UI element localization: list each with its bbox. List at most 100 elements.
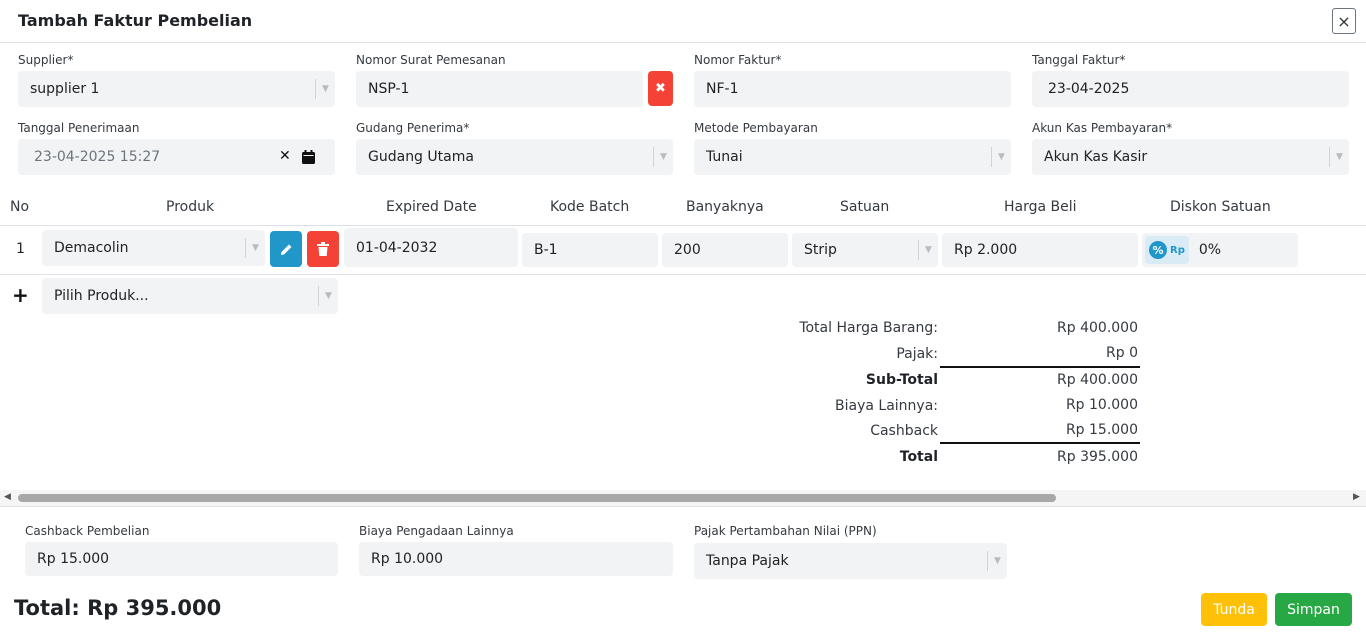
scrollbar-thumb[interactable]	[18, 494, 1056, 502]
col-header-satuan: Satuan	[840, 199, 890, 215]
delete-product-button[interactable]	[307, 231, 339, 267]
modal-title: Tambah Faktur Pembelian	[18, 11, 253, 30]
add-row-plus-icon[interactable]: +	[12, 283, 29, 307]
chevron-down-icon: ▼	[318, 286, 338, 306]
banyaknya-input[interactable]: 200	[662, 233, 788, 267]
header-divider	[0, 42, 1366, 43]
metode-value: Tunai	[706, 149, 743, 165]
close-button[interactable]: ×	[1332, 8, 1356, 34]
edit-product-button[interactable]	[270, 231, 302, 267]
biaya-lainnya-value: Rp 10.000	[1065, 397, 1138, 413]
ppn-value: Tanpa Pajak	[706, 553, 789, 569]
chevron-down-icon: ▼	[991, 147, 1011, 167]
chevron-down-icon: ▼	[245, 238, 265, 258]
col-header-produk: Produk	[166, 199, 215, 215]
pencil-icon	[280, 244, 291, 255]
supplier-value: supplier 1	[30, 81, 100, 97]
cashback-label: Cashback	[870, 423, 938, 439]
expired-date-value: 01-04-2032	[356, 239, 438, 256]
percent-icon: %	[1149, 241, 1167, 259]
ppn-label: Pajak Pertambahan Nilai (PPN)	[694, 524, 877, 538]
kode-batch-input[interactable]: B-1	[522, 233, 658, 267]
gudang-label: Gudang Penerima*	[356, 121, 470, 135]
total-harga-value: Rp 400.000	[1057, 320, 1138, 336]
grand-total: Total: Rp 395.000	[14, 596, 222, 620]
nomor-surat-value: NSP-1	[368, 81, 410, 97]
col-header-batch: Kode Batch	[550, 199, 630, 215]
diskon-value: 0%	[1198, 242, 1222, 258]
cashback-underline	[940, 442, 1140, 444]
table-header-divider	[0, 225, 1366, 226]
table-row-divider	[0, 274, 1366, 275]
clear-date-icon[interactable]: ✕	[279, 148, 291, 164]
tanggal-penerimaan-label: Tanggal Penerimaan	[18, 121, 140, 135]
subtotal-value: Rp 400.000	[1057, 372, 1138, 388]
nomor-surat-label: Nomor Surat Pemesanan	[356, 53, 506, 67]
footer-divider	[0, 506, 1366, 507]
biaya-pengadaan-input[interactable]: Rp 10.000	[359, 542, 673, 576]
cashback-pembelian-value: Rp 15.000	[37, 551, 110, 567]
supplier-label: Supplier*	[18, 53, 74, 67]
tunda-button[interactable]: Tunda	[1201, 593, 1267, 626]
pajak-label: Pajak:	[896, 346, 938, 362]
discount-type-toggle[interactable]: % Rp	[1145, 236, 1189, 264]
biaya-lainnya-label: Biaya Lainnya:	[835, 398, 938, 414]
nomor-faktur-label: Nomor Faktur*	[694, 53, 782, 67]
chevron-down-icon: ▼	[918, 240, 938, 260]
kode-batch-value: B-1	[534, 242, 558, 258]
nomor-faktur-value: NF-1	[706, 81, 739, 97]
col-header-no: No	[10, 199, 30, 215]
close-icon: ✖	[655, 81, 666, 96]
produk-value: Demacolin	[54, 240, 129, 256]
total-harga-label: Total Harga Barang:	[799, 320, 938, 336]
pilih-produk-placeholder: Pilih Produk...	[54, 288, 149, 304]
expired-date-input[interactable]: 01-04-2032	[344, 228, 518, 267]
produk-select[interactable]: Demacolin ▼	[42, 230, 265, 266]
clear-nomor-surat-button[interactable]: ✖	[648, 71, 673, 106]
cashback-value: Rp 15.000	[1065, 422, 1138, 438]
pilih-produk-select[interactable]: Pilih Produk... ▼	[42, 278, 338, 314]
ppn-select[interactable]: Tanpa Pajak ▼	[694, 543, 1007, 579]
total-label: Total	[899, 449, 938, 465]
col-header-expired: Expired Date	[386, 199, 477, 215]
tanggal-faktur-input[interactable]: 23-04-2025	[1032, 71, 1349, 107]
biaya-pengadaan-value: Rp 10.000	[371, 551, 444, 567]
tanggal-faktur-value: 23-04-2025	[1048, 81, 1130, 97]
harga-beli-value: Rp 2.000	[954, 242, 1018, 258]
diskon-satuan-input[interactable]: % Rp 0%	[1142, 233, 1298, 267]
harga-beli-input[interactable]: Rp 2.000	[942, 233, 1138, 267]
tanggal-penerimaan-input[interactable]: 23-04-2025 15:27 ✕	[18, 139, 335, 175]
total-value: Rp 395.000	[1057, 449, 1138, 465]
chevron-down-icon: ▼	[653, 147, 673, 167]
scroll-right-arrow-icon[interactable]: ▶	[1353, 492, 1360, 502]
nomor-faktur-input[interactable]: NF-1	[694, 71, 1011, 107]
akun-kas-select[interactable]: Akun Kas Kasir ▼	[1032, 139, 1349, 175]
chevron-down-icon: ▼	[987, 551, 1007, 571]
tanggal-faktur-label: Tanggal Faktur*	[1032, 53, 1126, 67]
metode-label: Metode Pembayaran	[694, 121, 818, 135]
chevron-down-icon: ▼	[1329, 147, 1349, 167]
satuan-select[interactable]: Strip ▼	[792, 233, 938, 267]
trash-icon	[317, 242, 329, 256]
row-no: 1	[16, 241, 25, 257]
cashback-pembelian-input[interactable]: Rp 15.000	[25, 542, 338, 576]
rupiah-label: Rp	[1170, 244, 1185, 256]
calendar-icon[interactable]	[302, 150, 315, 164]
close-icon: ×	[1337, 11, 1351, 31]
banyaknya-value: 200	[674, 242, 701, 258]
chevron-down-icon: ▼	[315, 79, 335, 99]
tanggal-penerimaan-value: 23-04-2025 15:27	[34, 149, 161, 165]
col-header-qty: Banyaknya	[686, 199, 764, 215]
col-header-diskon: Diskon Satuan	[1170, 199, 1271, 215]
nomor-surat-input[interactable]: NSP-1	[356, 71, 643, 107]
scroll-left-arrow-icon[interactable]: ◀	[4, 492, 11, 502]
metode-select[interactable]: Tunai ▼	[694, 139, 1011, 175]
gudang-value: Gudang Utama	[368, 149, 474, 165]
biaya-pengadaan-label: Biaya Pengadaan Lainnya	[359, 524, 514, 538]
akun-kas-label: Akun Kas Pembayaran*	[1032, 121, 1173, 135]
pajak-underline	[940, 366, 1140, 368]
simpan-button[interactable]: Simpan	[1275, 593, 1352, 626]
satuan-value: Strip	[804, 242, 837, 258]
gudang-select[interactable]: Gudang Utama ▼	[356, 139, 673, 175]
supplier-select[interactable]: supplier 1 ▼	[18, 71, 335, 107]
